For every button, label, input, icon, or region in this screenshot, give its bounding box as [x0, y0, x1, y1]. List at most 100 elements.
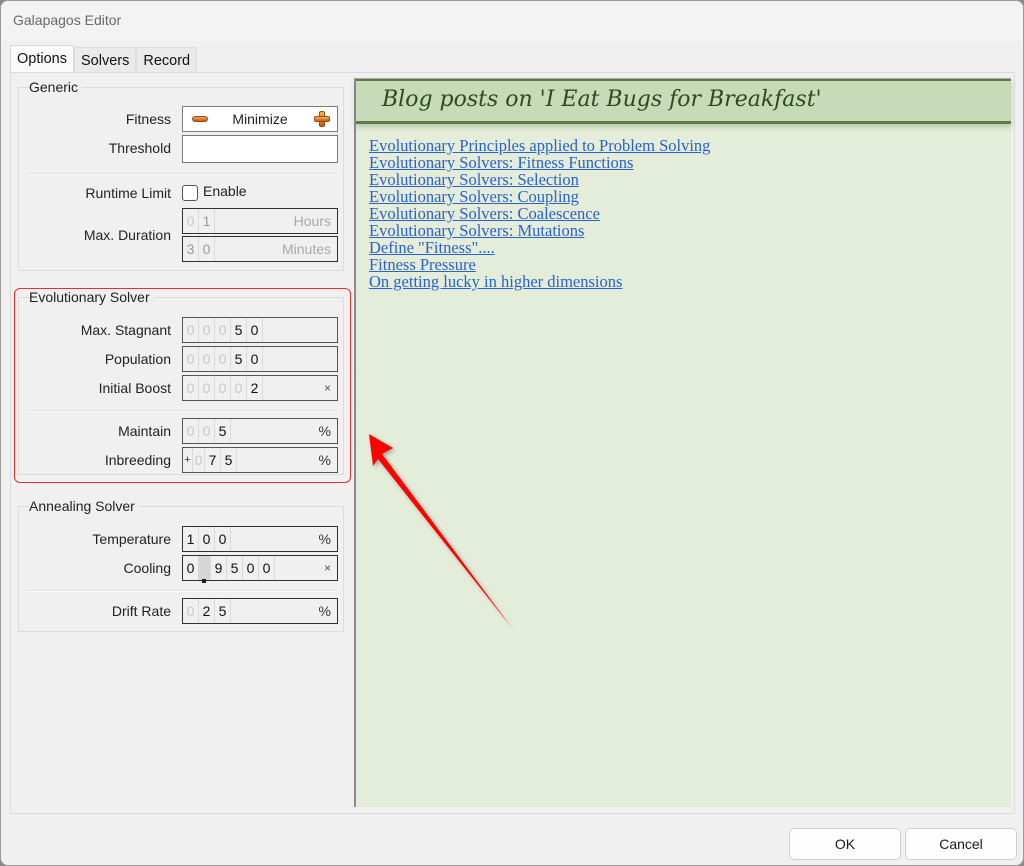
- digit[interactable]: 9: [211, 556, 227, 580]
- drift-rate-input[interactable]: 0 2 5 %: [182, 598, 338, 624]
- fitness-row: Fitness Minimize: [19, 106, 345, 134]
- digit[interactable]: 0: [183, 318, 199, 342]
- digit[interactable]: 0: [215, 347, 231, 371]
- blog-links-list: Evolutionary Principles applied to Probl…: [369, 137, 710, 290]
- drift-rate-row: Drift Rate 0 2 5 %: [19, 598, 345, 626]
- digit[interactable]: 0: [183, 209, 199, 233]
- inbreeding-label: Inbreeding: [104, 452, 171, 468]
- evolutionary-solver-group: Evolutionary Solver Max. Stagnant 0 0 0 …: [18, 289, 345, 475]
- plus-icon[interactable]: [314, 111, 330, 127]
- threshold-row: Threshold: [19, 135, 345, 163]
- digit[interactable]: 0: [215, 318, 231, 342]
- annealing-group-title: Annealing Solver: [29, 498, 139, 514]
- digit[interactable]: 5: [231, 347, 247, 371]
- inbreeding-input[interactable]: + 0 7 5 %: [182, 447, 338, 473]
- fitness-selector[interactable]: Minimize: [182, 106, 338, 132]
- ok-button[interactable]: OK: [789, 828, 901, 860]
- max-duration-minutes-input[interactable]: 3 0 Minutes: [182, 236, 338, 262]
- temperature-label: Temperature: [92, 531, 171, 547]
- digit[interactable]: 1: [199, 209, 215, 233]
- blog-header: Blog posts on 'I Eat Bugs for Breakfast': [356, 79, 1011, 124]
- tab-options[interactable]: Options: [10, 45, 74, 74]
- digit[interactable]: 0: [183, 419, 199, 443]
- blog-link[interactable]: Define "Fitness"....: [369, 239, 710, 256]
- blog-link[interactable]: Evolutionary Solvers: Coupling: [369, 188, 710, 205]
- options-tab-page: Generic Fitness Minimize Threshold Runti…: [10, 72, 1015, 814]
- digit[interactable]: 0: [183, 347, 199, 371]
- runtime-limit-row: Runtime Limit Enable: [19, 180, 345, 208]
- digit[interactable]: 0: [259, 556, 275, 580]
- title-bar: Galapagos Editor: [1, 1, 1023, 41]
- blog-link[interactable]: Evolutionary Solvers: Mutations: [369, 222, 710, 239]
- options-panel: Generic Fitness Minimize Threshold Runti…: [11, 73, 356, 813]
- tab-solvers[interactable]: Solvers: [73, 47, 137, 74]
- digit[interactable]: 5: [215, 599, 231, 623]
- max-duration-hours-input[interactable]: 0 1 Hours: [182, 208, 338, 234]
- digit[interactable]: 7: [205, 448, 221, 472]
- window-title: Galapagos Editor: [13, 12, 122, 28]
- digit[interactable]: 5: [221, 448, 237, 472]
- digit[interactable]: 0: [247, 347, 263, 371]
- max-duration-hours-row: 0 1 Hours: [19, 208, 345, 236]
- digit[interactable]: 0: [199, 237, 215, 261]
- temperature-input[interactable]: 1 0 0 %: [182, 526, 338, 552]
- tab-strip: Options Solvers Record: [10, 45, 198, 74]
- initial-boost-input[interactable]: 0 0 0 0 2 ×: [182, 375, 338, 401]
- blog-link[interactable]: Evolutionary Solvers: Fitness Functions: [369, 154, 710, 171]
- runtime-limit-checkbox[interactable]: [182, 185, 198, 201]
- cooling-input[interactable]: 0 9 5 0 0 ×: [182, 555, 338, 583]
- maintain-row: Maintain 0 0 5 %: [19, 418, 345, 446]
- threshold-label: Threshold: [108, 140, 171, 156]
- percent-unit: %: [318, 603, 331, 619]
- digit[interactable]: 0: [231, 376, 247, 400]
- max-stagnant-row: Max. Stagnant 0 0 0 5 0: [19, 317, 345, 345]
- runtime-limit-enable-label[interactable]: Enable: [203, 183, 247, 199]
- annealing-divider: [27, 590, 337, 592]
- blog-link[interactable]: Evolutionary Solvers: Selection: [369, 171, 710, 188]
- hours-unit: Hours: [293, 213, 331, 229]
- digit[interactable]: 0: [199, 376, 215, 400]
- blog-link[interactable]: Evolutionary Solvers: Coalescence: [369, 205, 710, 222]
- digit[interactable]: 2: [199, 599, 215, 623]
- digit[interactable]: 0: [243, 556, 259, 580]
- threshold-input[interactable]: [182, 135, 338, 163]
- digit[interactable]: 0: [199, 419, 215, 443]
- digit[interactable]: 0: [215, 376, 231, 400]
- digit[interactable]: 3: [183, 237, 199, 261]
- drift-rate-label: Drift Rate: [111, 603, 171, 619]
- digit[interactable]: 0: [199, 527, 215, 551]
- max-stagnant-input[interactable]: 0 0 0 5 0: [182, 317, 338, 343]
- minutes-unit: Minutes: [281, 241, 331, 257]
- digit[interactable]: 0: [193, 448, 205, 472]
- tab-record[interactable]: Record: [136, 47, 198, 74]
- percent-unit: %: [318, 452, 331, 468]
- population-input[interactable]: 0 0 0 5 0: [182, 346, 338, 372]
- digit[interactable]: 5: [227, 556, 243, 580]
- maintain-input[interactable]: 0 0 5 %: [182, 418, 338, 444]
- digit[interactable]: 1: [183, 527, 199, 551]
- digit[interactable]: 0: [183, 556, 199, 580]
- generic-group-title: Generic: [29, 79, 83, 95]
- digit[interactable]: 0: [247, 318, 263, 342]
- blog-link[interactable]: Evolutionary Principles applied to Probl…: [369, 137, 710, 154]
- galapagos-editor-window: Galapagos Editor Options Solvers Record …: [0, 0, 1024, 866]
- cancel-button[interactable]: Cancel: [905, 828, 1017, 860]
- blog-link[interactable]: Fitness Pressure: [369, 256, 710, 273]
- digit[interactable]: 0: [183, 376, 199, 400]
- digit[interactable]: 0: [199, 318, 215, 342]
- sign-digit[interactable]: +: [183, 448, 193, 472]
- population-label: Population: [104, 351, 171, 367]
- max-stagnant-label: Max. Stagnant: [80, 322, 171, 338]
- digit[interactable]: 0: [199, 347, 215, 371]
- blog-link[interactable]: On getting lucky in higher dimensions: [369, 273, 710, 290]
- max-duration-minutes-row: 3 0 Minutes: [19, 236, 345, 264]
- digit[interactable]: 5: [215, 419, 231, 443]
- digit[interactable]: 0: [183, 599, 199, 623]
- digit[interactable]: 5: [231, 318, 247, 342]
- temperature-row: Temperature 1 0 0 %: [19, 526, 345, 554]
- initial-boost-label: Initial Boost: [98, 380, 171, 396]
- times-unit: ×: [323, 561, 331, 575]
- blog-posts-panel: Blog posts on 'I Eat Bugs for Breakfast'…: [354, 78, 1011, 807]
- digit[interactable]: 0: [215, 527, 231, 551]
- digit[interactable]: 2: [247, 376, 263, 400]
